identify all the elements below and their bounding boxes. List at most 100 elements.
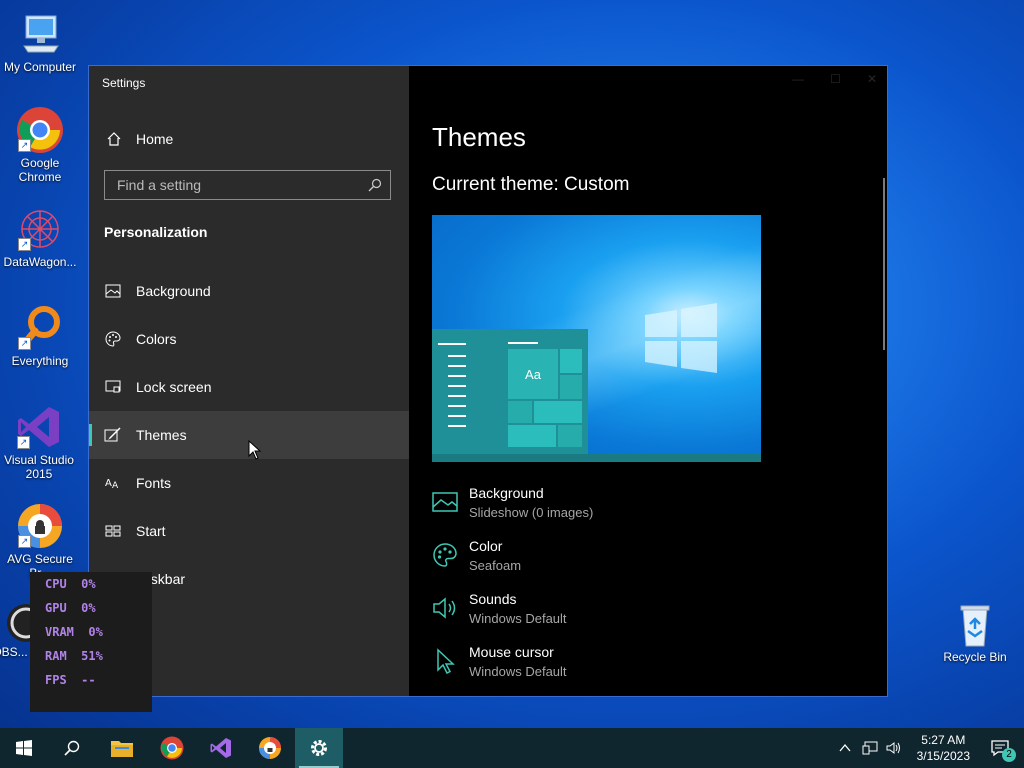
window-controls: — ☐ ✕	[792, 72, 877, 86]
shortcut-arrow-icon: ↗	[18, 535, 31, 548]
option-value: Seafoam	[469, 558, 522, 573]
close-icon[interactable]: ✕	[867, 72, 877, 86]
clock-time: 5:27 AM	[921, 733, 966, 747]
svg-text:A: A	[105, 478, 112, 489]
speaker-icon	[433, 597, 456, 619]
page-title: Themes	[432, 122, 526, 152]
taskbar-settings[interactable]	[295, 728, 343, 768]
notification-badge: 2	[1002, 748, 1016, 762]
nav-item-start[interactable]: Start	[89, 507, 409, 555]
nav-label: Start	[136, 523, 166, 539]
desktop-icon-recycle-bin[interactable]: Recycle Bin	[935, 600, 1015, 664]
scrollbar[interactable]	[883, 178, 885, 350]
nav-label: Background	[136, 283, 211, 299]
nav-item-fonts[interactable]: AA Fonts	[89, 459, 409, 507]
settings-window[interactable]: Settings Home Personalization Background…	[88, 65, 888, 697]
option-value: Windows Default	[469, 664, 567, 679]
preview-text: Aa	[525, 366, 541, 382]
desktop-icon-my-computer[interactable]: My Computer	[0, 10, 80, 74]
shortcut-arrow-icon: ↗	[18, 337, 31, 350]
search-icon[interactable]	[368, 178, 382, 192]
option-name: Color	[469, 538, 503, 554]
hud-row-fps: FPS --	[45, 673, 96, 687]
desktop-icon-avg-browser[interactable]: ↗ AVG Secure Br...	[0, 502, 80, 580]
performance-overlay: CPU 0% GPU 0% VRAM 0% RAM 51% FPS --	[30, 572, 152, 712]
menu-lines	[438, 343, 468, 435]
option-color[interactable]: Color Seafoam	[432, 538, 732, 582]
start-menu-mock: Aa	[432, 329, 588, 454]
nav-label: Fonts	[136, 475, 172, 491]
network-icon[interactable]	[862, 741, 878, 755]
windows-logo-icon	[645, 303, 717, 373]
lock-screen-icon	[104, 378, 122, 396]
home-label: Home	[136, 131, 174, 147]
option-name: Background	[469, 485, 544, 501]
home-icon	[107, 132, 121, 146]
nav-item-colors[interactable]: Colors	[89, 315, 409, 363]
nav-label: Themes	[136, 427, 187, 443]
desktop-icon-visual-studio[interactable]: ↗ Visual Studio 2015	[0, 403, 78, 481]
search-icon	[64, 740, 80, 756]
datawagon-icon: ↗	[16, 205, 64, 253]
palette-icon	[433, 543, 457, 567]
home-nav-item[interactable]: Home	[89, 122, 409, 156]
shortcut-arrow-icon: ↗	[18, 139, 31, 152]
desktop-icon-datawagon[interactable]: ↗ DataWagon...	[0, 205, 80, 269]
hud-row-vram: VRAM 0%	[45, 625, 103, 639]
section-title: Personalization	[104, 224, 208, 240]
start-button[interactable]	[0, 728, 48, 768]
action-center-button[interactable]: 2	[976, 728, 1024, 768]
search-box[interactable]	[104, 170, 391, 200]
brush-icon	[104, 426, 122, 444]
visual-studio-icon: ↗	[15, 403, 63, 451]
maximize-icon[interactable]: ☐	[830, 72, 841, 86]
option-name: Mouse cursor	[469, 644, 554, 660]
start-icon	[104, 522, 122, 540]
chrome-icon	[160, 736, 184, 760]
magnifier-icon: ↗	[16, 304, 64, 352]
cursor-icon	[437, 648, 455, 674]
taskbar: 5:27 AM 3/15/2023 2	[0, 728, 1024, 768]
shortcut-arrow-icon: ↗	[17, 436, 30, 449]
gear-icon	[311, 740, 327, 756]
taskbar-chrome[interactable]	[148, 728, 196, 768]
settings-nav: Background Colors Lock screen Themes AA …	[89, 267, 409, 603]
picture-icon	[104, 282, 122, 300]
nav-label: Lock screen	[136, 379, 212, 395]
taskbar-search-button[interactable]	[48, 728, 96, 768]
option-mouse-cursor[interactable]: Mouse cursor Windows Default	[432, 644, 732, 688]
option-value: Windows Default	[469, 611, 567, 626]
themes-page: — ☐ ✕ Themes Current theme: Custom Aa Ba…	[409, 66, 887, 696]
search-input[interactable]	[115, 176, 359, 194]
window-title: Settings	[102, 76, 146, 90]
minimize-icon[interactable]: —	[792, 72, 804, 86]
clock[interactable]: 5:27 AM 3/15/2023	[917, 732, 970, 764]
avg-browser-icon	[259, 737, 281, 759]
taskbar-file-explorer[interactable]	[98, 728, 146, 768]
windows-logo-icon	[16, 740, 32, 756]
clock-date: 3/15/2023	[916, 749, 970, 763]
computer-icon	[16, 10, 64, 58]
nav-label: Colors	[136, 331, 177, 347]
taskbar-visual-studio[interactable]	[197, 728, 245, 768]
desktop-icon-chrome[interactable]: ↗ Google Chrome	[0, 106, 80, 184]
fonts-icon: AA	[104, 474, 122, 492]
shortcut-arrow-icon: ↗	[18, 238, 31, 251]
mouse-pointer-icon	[248, 440, 262, 460]
option-sounds[interactable]: Sounds Windows Default	[432, 591, 732, 635]
volume-icon[interactable]	[886, 741, 902, 755]
folder-icon	[111, 741, 133, 757]
taskbar-avg-browser[interactable]	[246, 728, 294, 768]
hud-row-cpu: CPU 0%	[45, 577, 96, 591]
chevron-up-icon[interactable]	[838, 741, 852, 755]
nav-item-background[interactable]: Background	[89, 267, 409, 315]
option-value: Slideshow (0 images)	[469, 505, 594, 520]
option-name: Sounds	[469, 591, 517, 607]
nav-item-lock-screen[interactable]: Lock screen	[89, 363, 409, 411]
visual-studio-icon	[210, 738, 231, 758]
recycle-bin-icon	[951, 600, 999, 648]
desktop-icon-everything[interactable]: ↗ Everything	[0, 304, 80, 368]
option-background[interactable]: Background Slideshow (0 images)	[432, 485, 732, 529]
current-theme-label: Current theme: Custom	[432, 174, 630, 195]
tile-grid: Aa	[508, 349, 582, 449]
